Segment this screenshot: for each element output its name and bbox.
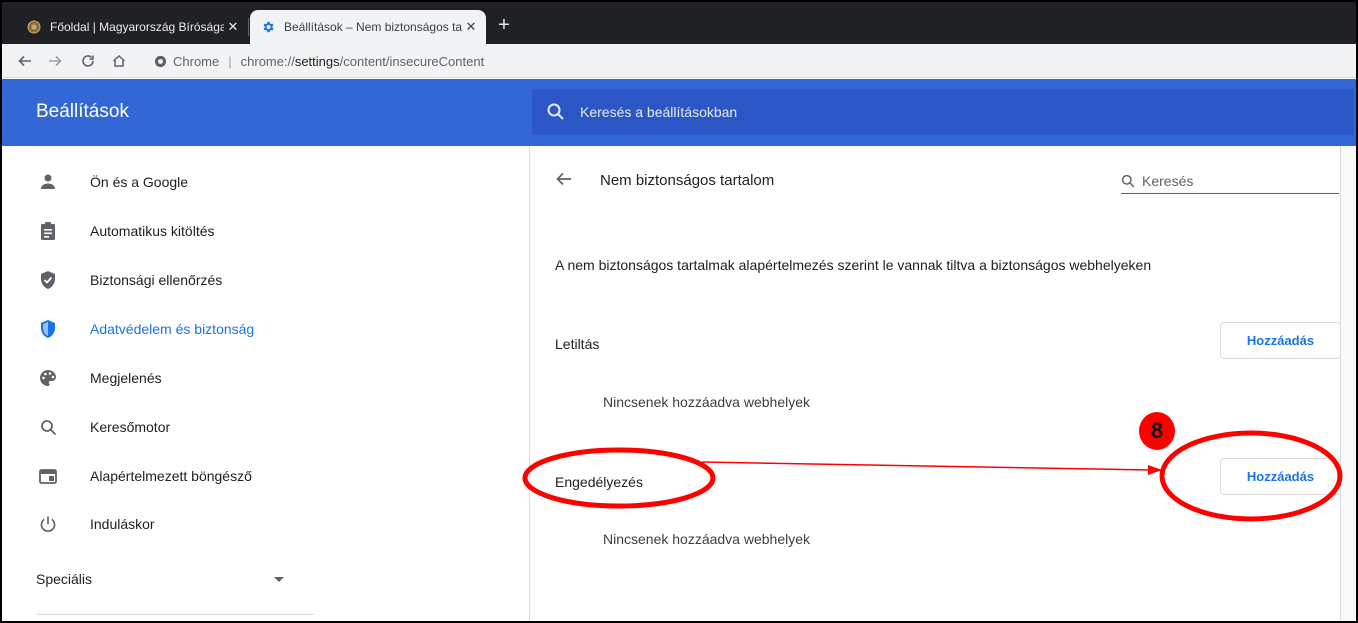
chevron-down-icon[interactable] [274, 577, 284, 582]
search-placeholder: Keresés [1142, 172, 1194, 189]
shield-check-icon [38, 270, 58, 290]
sidebar-item-default-browser[interactable]: Alapértelmezett böngésző [2, 456, 322, 496]
sidebar-item-label: Induláskor [90, 516, 155, 532]
forward-arrow-icon[interactable] [44, 50, 66, 72]
tab-separator [248, 18, 249, 36]
back-arrow-icon[interactable] [14, 50, 36, 72]
sidebar-item-safety-check[interactable]: Biztonsági ellenőrzés [2, 260, 322, 300]
tab-title: Főoldal | Magyarország Bíróságai [50, 20, 224, 34]
sidebar-item-label: Adatvédelem és biztonság [90, 321, 255, 337]
person-icon [38, 172, 58, 192]
sidebar-item-appearance[interactable]: Megjelenés [2, 358, 322, 398]
sidebar-item-label: Ön és a Google [90, 174, 189, 190]
browser-window: Főoldal | Magyarország Bíróságai ✕ Beáll… [0, 0, 1358, 623]
clipboard-icon [38, 221, 58, 241]
reload-icon[interactable] [77, 50, 99, 72]
search-placeholder: Keresés a beállításokban [580, 104, 738, 120]
browser-toolbar: Chrome | chrome://settings/content/insec… [2, 44, 1356, 78]
chip-label: Chrome [173, 53, 220, 69]
sidebar-advanced-label[interactable]: Speciális [36, 571, 92, 587]
sidebar-item-on-startup[interactable]: Induláskor [2, 504, 322, 544]
sidebar-item-autofill[interactable]: Automatikus kitöltés [2, 211, 322, 251]
allow-add-button[interactable]: Hozzáadás [1220, 458, 1341, 495]
sidebar-item-label: Keresőmotor [90, 419, 171, 435]
settings-title: Beállítások [36, 101, 129, 122]
settings-sidebar: Ön és a Google Automatikus kitöltés Bizt… [2, 146, 530, 621]
new-tab-button[interactable]: + [492, 14, 516, 38]
sidebar-item-label: Automatikus kitöltés [90, 223, 215, 239]
block-empty-text: Nincsenek hozzáadva webhelyek [603, 394, 811, 410]
palette-icon [38, 368, 58, 388]
block-add-button[interactable]: Hozzáadás [1220, 322, 1341, 359]
settings-search-input[interactable]: Keresés a beállításokban [532, 89, 1354, 135]
description-text: A nem biztonságos tartalmak alapértelmez… [555, 257, 1152, 273]
back-arrow-icon[interactable] [555, 170, 579, 194]
omnibox-divider: | [228, 53, 232, 69]
step-number-badge: 8 [1139, 412, 1175, 450]
sidebar-item-label: Megjelenés [90, 370, 162, 386]
settings-main: Nem biztonságos tartalom Keresés A nem b… [531, 146, 1356, 621]
block-section-title: Letiltás [555, 336, 600, 352]
address-bar[interactable]: Chrome | chrome://settings/content/insec… [146, 47, 1352, 75]
close-tab-icon[interactable]: ✕ [462, 19, 480, 35]
chrome-page-chip[interactable]: Chrome [146, 54, 219, 69]
tab-settings[interactable]: Beállítások – Nem biztonságos ta ✕ [250, 10, 486, 44]
tab-title: Beállítások – Nem biztonságos ta [284, 20, 462, 34]
sidebar-item-label: Alapértelmezett böngésző [90, 468, 252, 484]
sidebar-item-privacy-security[interactable]: Adatvédelem és biztonság [2, 309, 322, 349]
sidebar-item-label: Biztonsági ellenőrzés [90, 272, 223, 288]
sidebar-item-you-and-google[interactable]: Ön és a Google [2, 162, 322, 202]
tab-strip: Főoldal | Magyarország Bíróságai ✕ Beáll… [2, 2, 1356, 44]
search-icon [1121, 174, 1135, 188]
shield-icon [38, 319, 58, 339]
settings-header-search-area: Keresés a beállításokban [530, 79, 1356, 146]
tab-birosagai[interactable]: Főoldal | Magyarország Bíróságai ✕ [16, 10, 248, 44]
url-text: chrome://settings/content/insecureConten… [240, 53, 485, 69]
settings-card: Nem biztonságos tartalom Keresés A nem b… [531, 146, 1341, 621]
browser-icon [38, 466, 58, 486]
settings-header: Beállítások [2, 79, 530, 146]
allow-section-title: Engedélyezés [555, 474, 643, 490]
page-title: Nem biztonságos tartalom [600, 172, 775, 189]
subpage-search-input[interactable]: Keresés [1121, 168, 1339, 194]
close-tab-icon[interactable]: ✕ [224, 19, 242, 35]
chrome-icon [154, 55, 167, 67]
sidebar-item-search-engine[interactable]: Keresőmotor [2, 407, 322, 447]
home-icon[interactable] [108, 50, 130, 72]
allow-empty-text: Nincsenek hozzáadva webhelyek [603, 531, 811, 547]
court-favicon-icon [26, 19, 42, 35]
sidebar-divider [36, 614, 314, 615]
search-icon [38, 417, 58, 437]
power-icon [38, 514, 58, 534]
search-icon [547, 103, 564, 120]
gear-icon [260, 19, 276, 35]
